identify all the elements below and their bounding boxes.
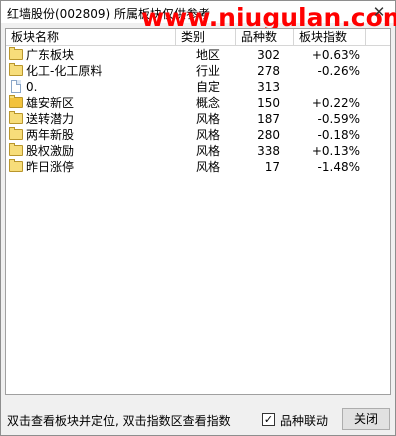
folder-icon xyxy=(9,127,23,140)
footer-hint: 双击查看板块并定位, 双击指数区查看指数 xyxy=(7,414,231,428)
row-index: -0.26% xyxy=(317,64,360,78)
folder-icon xyxy=(9,143,23,156)
close-button[interactable]: 关闭 xyxy=(342,408,390,430)
row-index: -0.59% xyxy=(317,112,360,126)
sector-list[interactable]: 板块名称 类别 品种数 板块指数 广东板块 地区 302 +0.63% 化工-化工原料 行… xyxy=(5,28,391,395)
row-count: 278 xyxy=(257,64,280,78)
row-name: 股权激励 xyxy=(26,144,75,158)
column-header-index[interactable]: 板块指数 xyxy=(294,29,366,45)
row-count: 17 xyxy=(264,160,280,174)
table-row[interactable]: 0. 自定 313 xyxy=(6,79,390,95)
row-category: 风格 xyxy=(196,160,221,174)
row-index: +0.22% xyxy=(311,96,360,110)
row-count: 150 xyxy=(257,96,280,110)
row-count: 302 xyxy=(257,48,280,62)
table-row[interactable]: 昨日涨停 风格 17 -1.48% xyxy=(6,159,390,175)
row-category: 风格 xyxy=(196,128,221,142)
column-header-category[interactable]: 类别 xyxy=(176,29,236,45)
row-index: +0.63% xyxy=(311,48,360,62)
row-index: +0.13% xyxy=(311,144,360,158)
sync-checkbox[interactable]: ✓ xyxy=(262,413,275,426)
row-count: 280 xyxy=(257,128,280,142)
folder-icon xyxy=(9,159,23,172)
table-row[interactable]: 雄安新区 概念 150 +0.22% xyxy=(6,95,390,111)
folder-icon xyxy=(9,111,23,124)
table-row[interactable]: 广东板块 地区 302 +0.63% xyxy=(6,47,390,63)
document-icon xyxy=(11,80,21,93)
column-header-name[interactable]: 板块名称 xyxy=(6,29,176,45)
row-name: 化工-化工原料 xyxy=(26,64,103,78)
folder-icon xyxy=(9,47,23,60)
folder-icon xyxy=(9,63,23,76)
close-icon[interactable]: ✕ xyxy=(367,1,391,23)
row-name: 送转潜力 xyxy=(26,112,75,126)
row-category: 风格 xyxy=(196,144,221,158)
row-category: 风格 xyxy=(196,112,221,126)
table-row[interactable]: 股权激励 风格 338 +0.13% xyxy=(6,143,390,159)
row-index: -1.48% xyxy=(317,160,360,174)
row-category: 地区 xyxy=(196,48,221,62)
sync-checkbox-label[interactable]: 品种联动 xyxy=(280,412,328,429)
column-header-count[interactable]: 品种数 xyxy=(236,29,294,45)
row-category: 概念 xyxy=(196,96,221,110)
dialog-window: 红墙股份(002809) 所属板块仅供参考 www.niugulan.com ✕… xyxy=(0,0,396,436)
row-name: 两年新股 xyxy=(26,128,75,142)
folder-filled-icon xyxy=(9,95,23,108)
title-bar[interactable]: 红墙股份(002809) 所属板块仅供参考 www.niugulan.com ✕ xyxy=(1,1,396,32)
row-index xyxy=(294,79,360,95)
row-category: 行业 xyxy=(196,64,221,78)
row-name: 广东板块 xyxy=(26,48,75,62)
row-name: 雄安新区 xyxy=(26,96,75,110)
row-count: 313 xyxy=(257,80,280,94)
row-count: 338 xyxy=(257,144,280,158)
row-category: 自定 xyxy=(196,80,221,94)
row-name: 0. xyxy=(26,80,38,94)
row-count: 187 xyxy=(257,112,280,126)
table-row[interactable]: 送转潜力 风格 187 -0.59% xyxy=(6,111,390,127)
list-header: 板块名称 类别 品种数 板块指数 xyxy=(6,29,390,46)
row-index: -0.18% xyxy=(317,128,360,142)
table-row[interactable]: 化工-化工原料 行业 278 -0.26% xyxy=(6,63,390,79)
row-name: 昨日涨停 xyxy=(26,160,75,174)
table-row[interactable]: 两年新股 风格 280 -0.18% xyxy=(6,127,390,143)
